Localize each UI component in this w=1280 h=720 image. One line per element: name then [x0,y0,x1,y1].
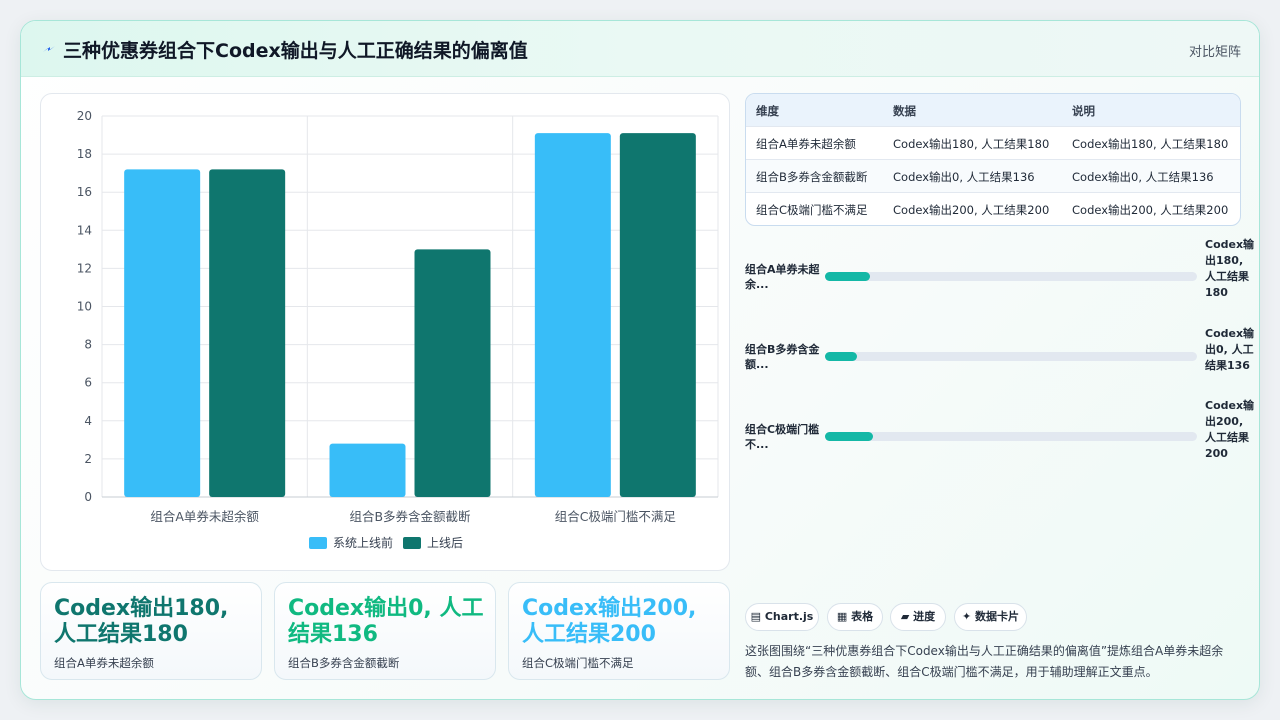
progress-fill [825,352,857,361]
kpi-card: Codex输出0, 人工结果136 组合B多券含金额截断 [274,582,496,680]
bar [414,249,491,497]
progress-fill [825,432,874,441]
legend-label: 上线后 [427,536,463,550]
table-cell: 组合B多券含金额截断 [756,170,868,184]
y-tick-label: 20 [77,109,92,123]
legend-label: 系统上线前 [333,535,393,550]
progress-label: 组合C极端门槛不... [745,423,820,451]
tag-progress[interactable]: ▰ 进度 [890,603,946,631]
progress-track [825,352,1197,361]
progress-label: 组合B多券含金额... [745,343,820,371]
table-cell: 组合A单券未超余额 [756,137,856,151]
tag-table[interactable]: ▦ 表格 [827,603,883,631]
view-label[interactable]: 对比矩阵 [1189,41,1241,60]
tag-data-card[interactable]: ✦ 数据卡片 [954,603,1027,631]
y-tick-label: 12 [77,261,92,275]
bar-chart: 0 2 4 6 8 10 12 14 16 18 20 组合A单券未超余额 组合B多券含金额截断 组合C极… [77,109,719,550]
y-tick-label: 4 [84,414,92,428]
table-cell: Codex输出180, 人工结果180 [893,137,1050,151]
y-tick-label: 0 [84,490,92,504]
kpi-label: 组合C极端门槛不满足 [522,656,634,670]
table-cell: Codex输出200, 人工结果200 [1072,203,1229,217]
table-cell: 组合C极端门槛不满足 [756,203,868,217]
bar [619,133,696,497]
x-tick-label: 组合B多券含金额截断 [349,509,470,524]
progress-fill [825,272,870,281]
y-tick-label: 16 [77,185,92,199]
x-tick-label: 组合C极端门槛不满足 [555,509,677,524]
table-row: 组合B多券含金额截断 Codex输出0, 人工结果136 Codex输出0, 人… [746,160,1240,193]
table-cell: Codex输出0, 人工结果136 [1072,170,1214,184]
kpi-card: Codex输出200, 人工结果200 组合C极端门槛不满足 [508,582,730,680]
progress-track [825,432,1197,441]
legend-swatch [403,537,421,549]
kpi-card: Codex输出180, 人工结果180 组合A单券未超余额 [40,582,262,680]
table-header-cell: 数据 [893,104,916,118]
table-cell: Codex输出200, 人工结果200 [893,203,1050,217]
table-header-row: 维度 数据 说明 [746,94,1240,127]
data-table: 维度 数据 说明 组合A单券未超余额 Codex输出180, 人工结果180 C… [745,93,1241,226]
lightning-icon [43,46,55,52]
y-tick-label: 2 [84,452,92,466]
bar [124,169,201,497]
kpi-label: 组合A单券未超余额 [54,656,154,670]
kpi-value: Codex输出200, 人工结果200 [522,596,697,647]
table-header-cell: 维度 [756,104,779,118]
progress-value: Codex输出200, 人工结果200 [1205,399,1255,460]
table-cell: Codex输出0, 人工结果136 [893,170,1035,184]
kpi-value: Codex输出0, 人工结果136 [288,596,484,647]
y-tick-label: 8 [84,338,92,352]
y-tick-label: 18 [77,147,92,161]
progress-value: Codex输出0, 人工结果136 [1205,327,1255,372]
legend-swatch [309,537,327,549]
progress-label: 组合A单券未超余... [745,263,820,291]
table-header-cell: 说明 [1072,104,1095,118]
y-tick-label: 10 [77,300,92,314]
y-tick-label: 14 [77,223,92,237]
x-tick-label: 组合A单券未超余额 [150,509,259,524]
table-cell: Codex输出180, 人工结果180 [1072,137,1229,151]
y-tick-label: 6 [84,376,92,390]
kpi-label: 组合B多券含金额截断 [288,656,400,670]
kpi-value: Codex输出180, 人工结果180 [54,596,229,647]
bar [329,443,406,497]
bar [209,169,286,497]
header-bar: 三种优惠券组合下Codex输出与人工正确结果的偏离值 对比矩阵 [21,21,1259,77]
page-title: 三种优惠券组合下Codex输出与人工正确结果的偏离值 [63,40,528,62]
progress-track [825,272,1197,281]
caption-text: 这张图围绕“三种优惠券组合下Codex输出与人工正确结果的偏离值”提炼组合A单券… [745,644,1224,679]
table-row: 组合A单券未超余额 Codex输出180, 人工结果180 Codex输出180… [746,127,1240,160]
bar [534,133,611,497]
dashboard-card: 三种优惠券组合下Codex输出与人工正确结果的偏离值 对比矩阵 0 2 4 6 8 10 1… [20,20,1260,700]
bar-chart-panel: 0 2 4 6 8 10 12 14 16 18 20 组合A单券未超余额 组合B多券含金额截断 组合C极… [40,93,730,571]
progress-value: Codex输出180, 人工结果180 [1205,238,1255,299]
table-row: 组合C极端门槛不满足 Codex输出200, 人工结果200 Codex输出20… [746,193,1240,225]
tag-chartjs[interactable]: ▤ Chart.js [745,603,819,631]
